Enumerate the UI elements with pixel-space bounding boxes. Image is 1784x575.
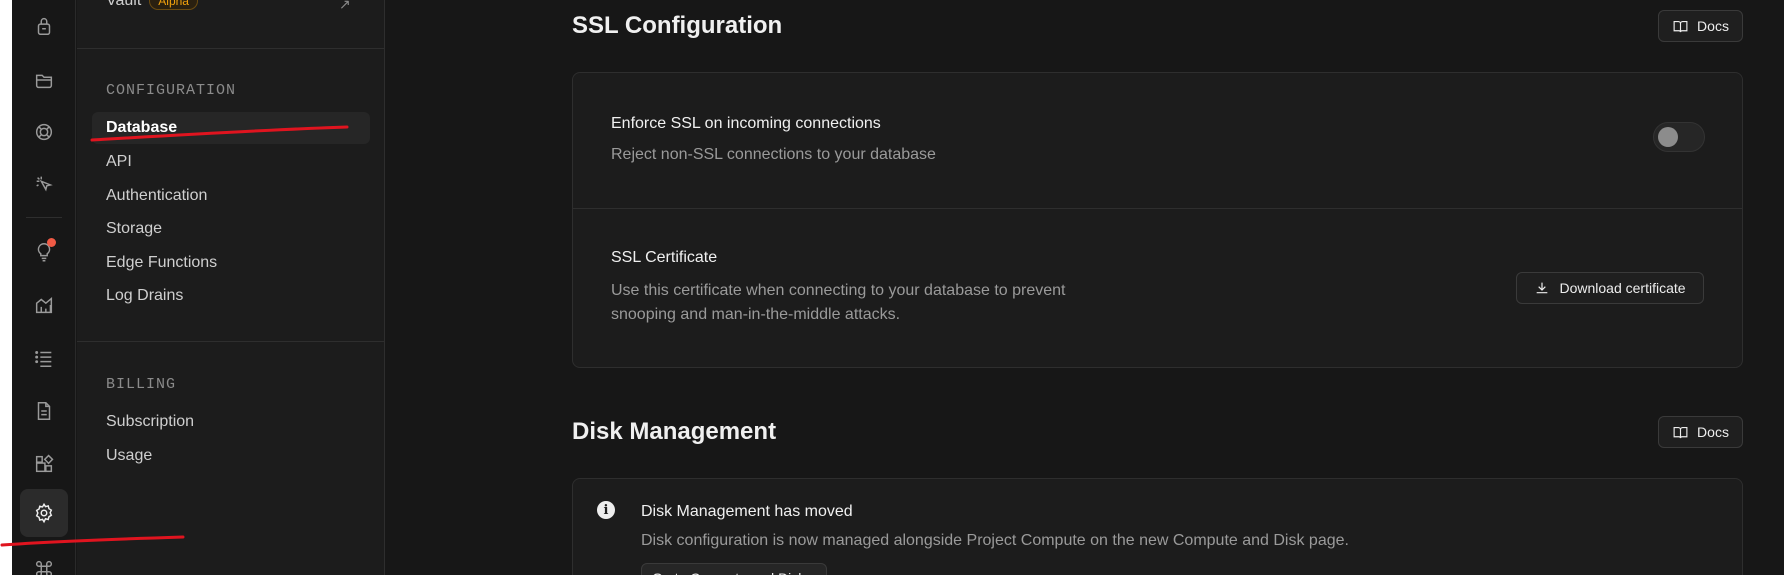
toggle-knob	[1658, 127, 1678, 147]
menu-item-usage[interactable]: Usage	[106, 447, 152, 465]
section-title-billing: BILLING	[106, 376, 177, 393]
docs-label: Docs	[1697, 424, 1729, 440]
document-icon[interactable]	[20, 387, 68, 435]
menu-item-edge-functions[interactable]: Edge Functions	[106, 254, 217, 272]
integrations-icon[interactable]	[20, 440, 68, 488]
disk-notice-title: Disk Management has moved	[641, 503, 853, 520]
menu-item-api[interactable]: API	[106, 153, 132, 171]
lock-icon[interactable]	[20, 2, 68, 50]
card-divider	[573, 208, 1742, 209]
notification-dot	[47, 238, 56, 247]
disk-notice-description: Disk configuration is now managed alongs…	[641, 532, 1349, 549]
main-content: SSL Configuration Docs Enforce SSL on in…	[386, 0, 1784, 575]
ssl-certificate-description: Use this certificate when connecting to …	[611, 282, 1066, 323]
download-label: Download certificate	[1559, 280, 1686, 296]
icon-sidebar	[12, 0, 76, 575]
iconbar-divider	[26, 217, 62, 218]
folder-icon[interactable]	[20, 56, 68, 104]
menu-item-vault[interactable]: Vault Alpha	[106, 0, 198, 10]
window-edge	[0, 0, 12, 575]
disk-notice-card: i Disk Management has moved Disk configu…	[572, 478, 1743, 575]
gear-icon[interactable]	[20, 489, 68, 537]
download-icon	[1537, 282, 1548, 294]
enforce-ssl-title: Enforce SSL on incoming connections	[611, 115, 881, 132]
menu-item-authentication[interactable]: Authentication	[106, 187, 207, 205]
disk-docs-button[interactable]: Docs	[1658, 416, 1743, 448]
ssl-heading: SSL Configuration	[572, 12, 783, 39]
book-icon	[1673, 426, 1688, 438]
go-to-compute-disk-button[interactable]: Go to Compute and Disk	[641, 563, 827, 575]
book-icon	[1673, 20, 1688, 32]
list-icon[interactable]	[20, 334, 68, 382]
menu-divider	[77, 341, 385, 342]
pointer-icon[interactable]	[20, 160, 68, 208]
ssl-docs-button[interactable]: Docs	[1658, 10, 1743, 42]
enforce-ssl-description: Reject non-SSL connections to your datab…	[611, 146, 936, 163]
enforce-ssl-toggle[interactable]	[1653, 122, 1705, 152]
menu-item-database[interactable]: Database	[106, 119, 177, 137]
menu-divider	[77, 48, 385, 49]
download-certificate-button[interactable]: Download certificate	[1516, 272, 1704, 304]
menu-item-storage[interactable]: Storage	[106, 220, 162, 238]
menu-item-subscription[interactable]: Subscription	[106, 413, 194, 431]
menu-item-log-drains[interactable]: Log Drains	[106, 287, 183, 305]
ssl-certificate-title: SSL Certificate	[611, 249, 718, 266]
menu-item-label: Vault	[106, 0, 142, 9]
reports-icon[interactable]	[20, 281, 68, 329]
settings-menu: Vault Alpha ↗ CONFIGURATION Database API…	[77, 0, 385, 575]
realtime-icon[interactable]	[20, 108, 68, 156]
section-title-configuration: CONFIGURATION	[106, 82, 237, 99]
disk-heading: Disk Management	[572, 418, 777, 445]
ssl-card: Enforce SSL on incoming connections Reje…	[572, 72, 1743, 368]
alpha-badge: Alpha	[149, 0, 198, 10]
external-link-icon: ↗	[339, 0, 351, 12]
lightbulb-icon[interactable]	[20, 228, 68, 276]
info-icon: i	[597, 501, 615, 519]
command-icon[interactable]	[20, 545, 68, 575]
docs-label: Docs	[1697, 18, 1729, 34]
